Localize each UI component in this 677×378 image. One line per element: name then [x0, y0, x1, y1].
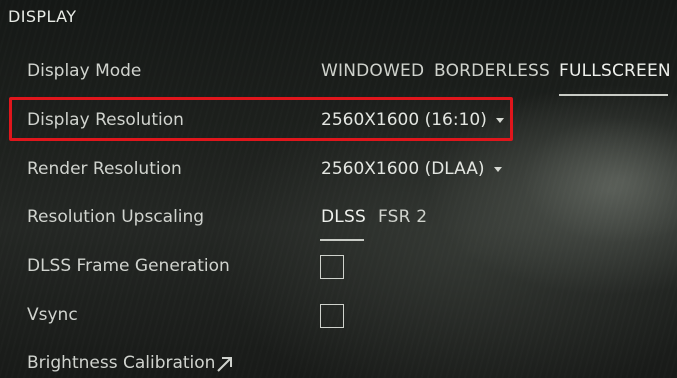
upscaling-option-fsr2[interactable]: FSR 2 [378, 207, 427, 227]
brightness-calibration-link[interactable]: Brightness Calibration [27, 353, 215, 373]
display-mode-option-fullscreen[interactable]: FULLSCREEN [559, 61, 671, 81]
upscaling-option-dlss[interactable]: DLSS [321, 207, 366, 227]
section-title: DISPLAY [8, 7, 77, 26]
resolution-upscaling-label: Resolution Upscaling [27, 207, 205, 227]
dlss-frame-generation-checkbox[interactable] [320, 255, 344, 279]
display-resolution-value: 2560X1600 (16:10) [321, 110, 487, 130]
vsync-label: Vsync [27, 305, 78, 325]
display-mode-option-borderless[interactable]: BORDERLESS [434, 61, 550, 81]
render-resolution-value: 2560X1600 (DLAA) [321, 159, 485, 179]
dlss-frame-generation-label: DLSS Frame Generation [27, 256, 230, 276]
external-arrow-icon[interactable] [216, 355, 234, 373]
display-resolution-dropdown[interactable]: 2560X1600 (16:10) [321, 110, 504, 130]
render-resolution-dropdown[interactable]: 2560X1600 (DLAA) [321, 159, 502, 179]
upscaling-selected-underline [320, 239, 364, 241]
render-resolution-label: Render Resolution [27, 159, 182, 179]
display-resolution-label: Display Resolution [27, 110, 184, 130]
display-mode-selected-underline [559, 94, 668, 96]
chevron-down-icon [495, 118, 504, 123]
vsync-checkbox[interactable] [320, 304, 344, 328]
display-mode-option-windowed[interactable]: WINDOWED [321, 61, 424, 81]
chevron-down-icon [493, 167, 502, 172]
display-mode-label: Display Mode [27, 61, 142, 81]
